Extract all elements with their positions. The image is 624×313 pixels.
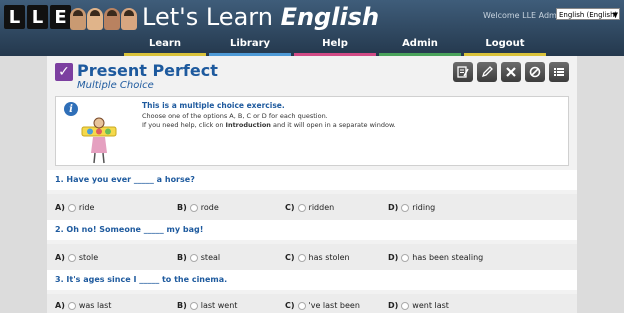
option-letter: C) [285, 301, 295, 310]
radio-button[interactable] [297, 203, 306, 212]
radio-button[interactable] [67, 301, 76, 310]
radio-button[interactable] [297, 301, 306, 310]
app-title-plain: Let's Learn [142, 3, 281, 31]
option-text: steal [200, 253, 221, 262]
main-nav: Learn Library Help Admin Logout [124, 34, 549, 56]
question-text: 1. Have you ever _____ a horse? [55, 175, 195, 184]
option-a[interactable]: A) stole [55, 253, 98, 262]
question-options: A) ride B) rode C) ridden D) riding [47, 194, 577, 220]
instructions-text: and it will open in a separate window. [270, 121, 396, 129]
option-letter: B) [177, 203, 187, 212]
exercise-panel: ✓ Present Perfect Multiple Choice i This… [47, 56, 577, 313]
logo-letter: E [50, 5, 71, 29]
option-letter: D) [388, 253, 399, 262]
option-text: was last [78, 301, 112, 310]
language-select[interactable]: English (English) ▼ [556, 8, 620, 20]
exercise-toolbar [453, 62, 569, 82]
welcome-text: Welcome LLE Admin [483, 11, 565, 20]
exercise-header: ✓ Present Perfect Multiple Choice [55, 60, 569, 94]
option-letter: C) [285, 203, 295, 212]
option-text: 've last been [308, 301, 360, 310]
option-letter: A) [55, 253, 65, 262]
option-b[interactable]: B) steal [177, 253, 220, 262]
cancel-icon[interactable] [525, 62, 545, 82]
option-a[interactable]: A) was last [55, 301, 111, 310]
nav-logout[interactable]: Logout [464, 34, 546, 56]
option-text: last went [200, 301, 238, 310]
question-row: 2. Oh no! Someone _____ my bag! [47, 220, 577, 240]
question-options: A) was last B) last went C) 've last been D… [47, 294, 577, 313]
exercise-subtitle: Multiple Choice [77, 80, 154, 91]
option-b[interactable]: B) rode [177, 203, 219, 212]
instructions-line: If you need help, click on Introduction … [142, 121, 396, 129]
nav-library[interactable]: Library [209, 34, 291, 56]
option-c[interactable]: C) has stolen [285, 253, 350, 262]
option-a[interactable]: A) ride [55, 203, 94, 212]
nav-admin[interactable]: Admin [379, 34, 461, 56]
app-header: L L E Let's Learn English Welcome LLE Ad… [0, 0, 624, 56]
instructions-heading: This is a multiple choice exercise. [142, 101, 285, 110]
instructions-text: If you need help, click on [142, 121, 226, 129]
instructions-box: i This is a multiple choice exercise. Ch… [55, 96, 569, 166]
nav-learn[interactable]: Learn [124, 34, 206, 56]
question-text: 3. It's ages since I _____ to the cinema… [55, 275, 228, 284]
option-c[interactable]: C) 've last been [285, 301, 360, 310]
option-d[interactable]: D) went last [388, 301, 449, 310]
lle-logo[interactable]: L L E [4, 5, 71, 29]
radio-button[interactable] [189, 301, 198, 310]
question-options: A) stole B) steal C) has stolen D) has been … [47, 244, 577, 270]
app-title-emph: English [280, 3, 380, 31]
pencil-icon[interactable] [477, 62, 497, 82]
list-icon[interactable] [549, 62, 569, 82]
radio-button[interactable] [189, 203, 198, 212]
instructions-line: Choose one of the options A, B, C or D f… [142, 112, 328, 120]
people-photo [70, 8, 138, 30]
notes-icon[interactable] [453, 62, 473, 82]
option-text: has stolen [308, 253, 350, 262]
option-text: went last [412, 301, 449, 310]
question-text: 2. Oh no! Someone _____ my bag! [55, 225, 204, 234]
option-letter: D) [388, 301, 399, 310]
close-icon[interactable] [501, 62, 521, 82]
option-c[interactable]: C) ridden [285, 203, 334, 212]
radio-button[interactable] [189, 253, 198, 262]
radio-button[interactable] [67, 253, 76, 262]
option-letter: B) [177, 253, 187, 262]
option-text: ridden [308, 203, 335, 212]
radio-button[interactable] [297, 253, 306, 262]
radio-button[interactable] [401, 301, 410, 310]
option-text: has been stealing [412, 253, 484, 262]
question-row: 3. It's ages since I _____ to the cinema… [47, 270, 577, 290]
option-text: stole [78, 253, 99, 262]
option-b[interactable]: B) last went [177, 301, 237, 310]
exercise-title: Present Perfect [77, 61, 218, 80]
info-icon: i [64, 102, 78, 116]
option-text: ride [78, 203, 95, 212]
option-letter: C) [285, 253, 295, 262]
chevron-down-icon: ▼ [612, 11, 618, 19]
radio-button[interactable] [401, 253, 410, 262]
option-letter: A) [55, 203, 65, 212]
app-title: Let's Learn English [142, 3, 379, 31]
nav-help[interactable]: Help [294, 34, 376, 56]
option-text: rode [200, 203, 219, 212]
option-d[interactable]: D) has been stealing [388, 253, 483, 262]
option-letter: D) [388, 203, 399, 212]
option-letter: A) [55, 301, 65, 310]
radio-button[interactable] [67, 203, 76, 212]
logo-letter: L [27, 5, 48, 29]
question-row: 1. Have you ever _____ a horse? [47, 170, 577, 190]
checkbox-icon: ✓ [55, 63, 73, 81]
teacher-illustration-icon [81, 117, 117, 164]
language-value: English (English) [559, 11, 618, 19]
option-letter: B) [177, 301, 187, 310]
option-text: riding [412, 203, 436, 212]
logo-letter: L [4, 5, 25, 29]
option-d[interactable]: D) riding [388, 203, 435, 212]
radio-button[interactable] [401, 203, 410, 212]
introduction-link[interactable]: Introduction [226, 121, 271, 129]
